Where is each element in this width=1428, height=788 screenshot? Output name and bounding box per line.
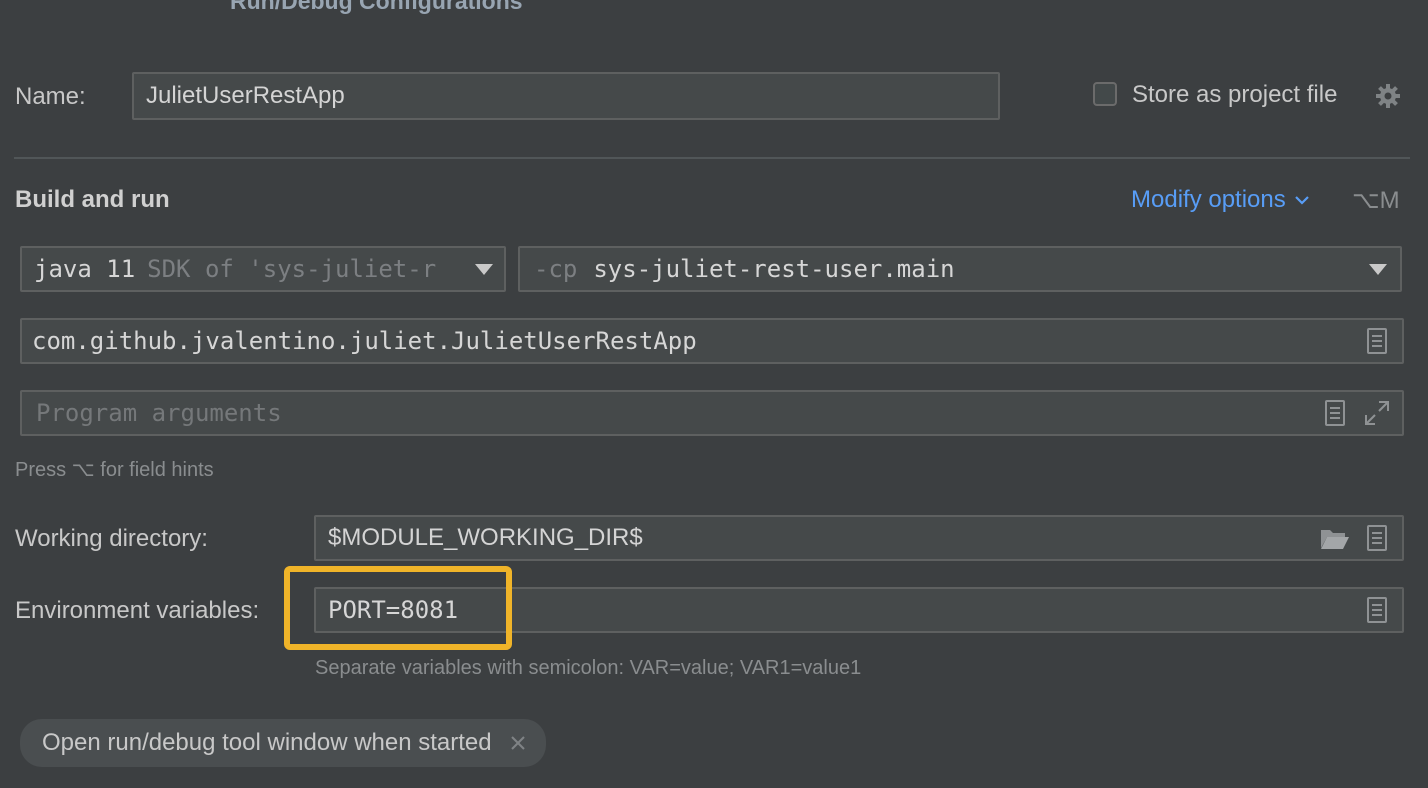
document-icon[interactable] [1366, 320, 1388, 362]
field-hint: Press ⌥ for field hints [15, 459, 214, 481]
main-class-field[interactable]: com.github.jvalentino.juliet.JulietUserR… [20, 318, 1404, 364]
expand-icon[interactable] [1364, 392, 1390, 434]
chip-label: Open run/debug tool window when started [42, 729, 492, 756]
name-value: JulietUserRestApp [146, 82, 345, 109]
modify-options-link[interactable]: Modify options [1131, 186, 1310, 214]
modify-options-shortcut: ⌥M [1352, 187, 1400, 214]
classpath-prefix: -cp [534, 255, 578, 283]
document-icon[interactable] [1324, 392, 1346, 434]
store-as-project-label[interactable]: Store as project file [1132, 81, 1337, 109]
gear-icon[interactable] [1374, 82, 1402, 110]
working-directory-label: Working directory: [15, 525, 208, 552]
close-icon[interactable] [510, 735, 526, 751]
classpath-select[interactable]: -cp sys-juliet-rest-user.main [518, 246, 1402, 292]
jre-main: java 11 [34, 255, 136, 283]
name-field[interactable]: JulietUserRestApp [132, 72, 1000, 120]
modify-options-label: Modify options [1131, 186, 1286, 213]
chevron-down-icon[interactable] [1368, 248, 1388, 290]
store-as-project-checkbox[interactable] [1093, 82, 1117, 106]
dialog-title: Run/Debug Configurations [230, 0, 523, 14]
jre-select[interactable]: java 11 SDK of 'sys-juliet-r [20, 246, 506, 292]
section-title-build-and-run: Build and run [15, 186, 170, 213]
separator [14, 157, 1410, 159]
folder-icon[interactable] [1320, 517, 1350, 559]
working-directory-field[interactable]: $MODULE_WORKING_DIR$ [314, 515, 1404, 561]
jre-detail: SDK of 'sys-juliet-r [147, 255, 437, 283]
environment-variables-label: Environment variables: [15, 597, 260, 624]
open-tool-window-chip[interactable]: Open run/debug tool window when started [20, 719, 546, 767]
document-icon[interactable] [1366, 517, 1388, 559]
name-label: Name: [15, 83, 86, 110]
chevron-down-icon[interactable] [474, 248, 494, 290]
chevron-down-icon [1294, 194, 1310, 206]
classpath-value: sys-juliet-rest-user.main [593, 255, 955, 283]
working-directory-value: $MODULE_WORKING_DIR$ [328, 524, 643, 551]
main-class-value: com.github.jvalentino.juliet.JulietUserR… [32, 327, 697, 355]
program-arguments-placeholder: Program arguments [36, 399, 282, 427]
environment-variables-hint: Separate variables with semicolon: VAR=v… [315, 657, 862, 679]
program-arguments-field[interactable]: Program arguments [20, 390, 1404, 436]
highlight-box [284, 566, 512, 650]
document-icon[interactable] [1366, 589, 1388, 631]
